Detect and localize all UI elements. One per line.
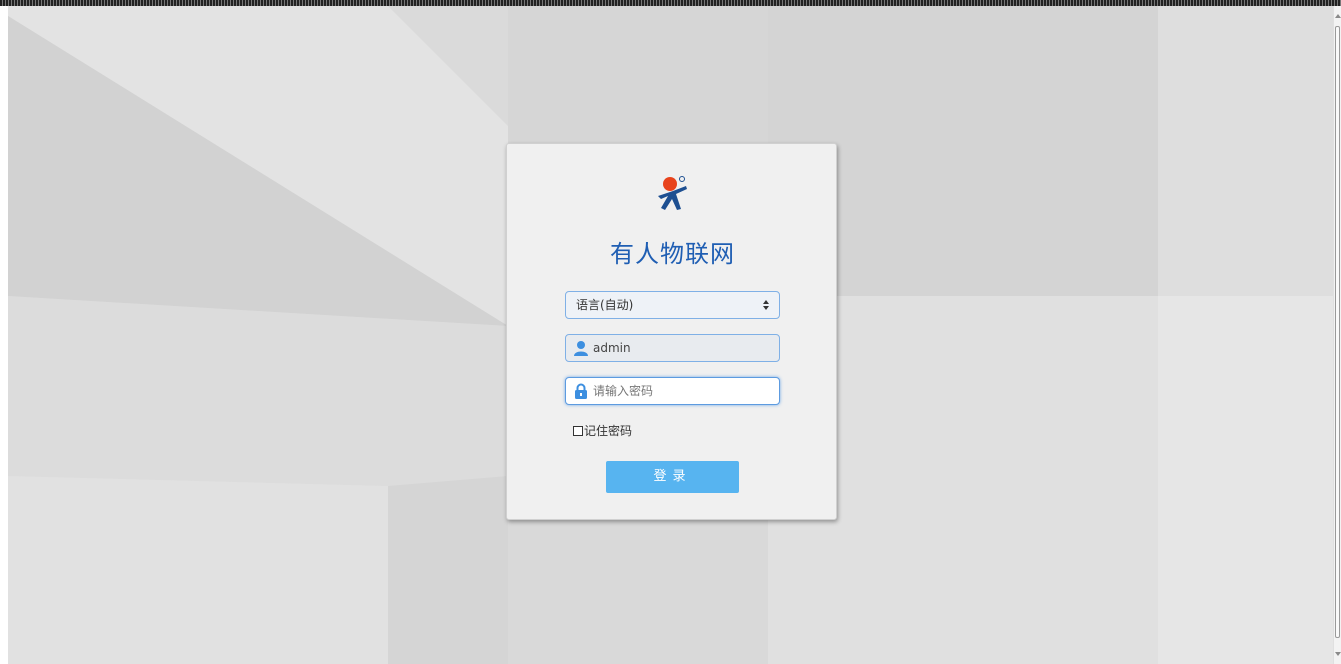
language-select-value: 语言(自动) [576,298,634,312]
sort-arrows-icon [763,299,770,311]
login-panel: 有人物联网 语言(自动) admin 请输入密码 记住密码 登录 [506,143,837,520]
username-field[interactable]: admin [565,334,780,362]
scroll-down-icon[interactable] [1335,652,1341,656]
language-select[interactable]: 语言(自动) [565,291,780,319]
vertical-scrollbar[interactable] [1333,6,1341,664]
remember-label: 记住密码 [584,424,633,438]
password-field[interactable]: 请输入密码 [565,377,780,405]
remember-checkbox[interactable] [573,425,583,436]
usr-runner-logo [658,176,687,210]
window-left-edge [0,6,8,664]
scroll-thumb[interactable] [1335,26,1340,638]
scroll-up-icon[interactable] [1335,14,1341,18]
brand-title: 有人物联网 [610,240,735,268]
lock-icon [575,383,587,399]
login-button[interactable]: 登录 [606,461,739,493]
password-placeholder: 请输入密码 [593,384,654,398]
username-value: admin [593,341,631,355]
user-icon [574,341,588,356]
remember-password[interactable]: 记住密码 [573,422,632,439]
